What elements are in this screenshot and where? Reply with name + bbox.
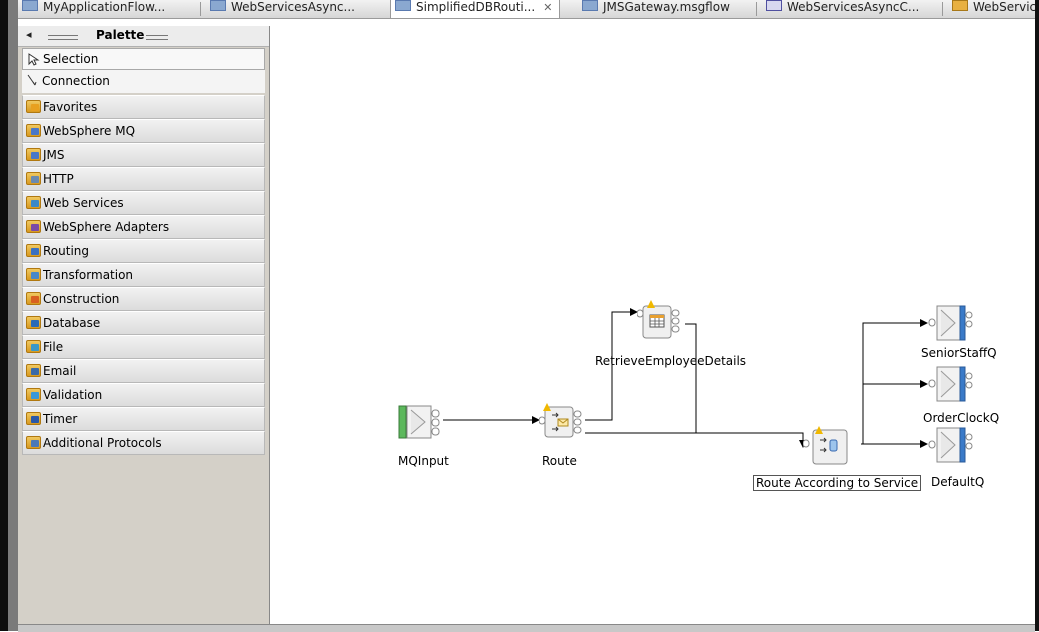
favorites-icon — [26, 100, 41, 113]
palette-title: Palette — [96, 28, 145, 42]
mq-icon — [26, 124, 41, 137]
arrow-pointer-icon — [27, 53, 40, 66]
database-icon — [26, 316, 41, 329]
close-icon[interactable]: ✕ — [543, 1, 552, 14]
collapse-icon[interactable]: ◂ — [26, 28, 32, 41]
drawer-database[interactable]: Database — [22, 311, 265, 335]
email-icon — [26, 364, 41, 377]
tab-webservicesasyncc[interactable]: WebServicesAsyncC... — [762, 0, 932, 18]
timer-icon — [26, 412, 41, 425]
transformation-icon — [26, 268, 41, 281]
node-route-according-to-service[interactable] — [802, 426, 848, 465]
http-icon — [26, 172, 41, 185]
flow-icon — [22, 0, 38, 11]
warning-icon — [815, 426, 823, 434]
drawer-websphere-adapters[interactable]: WebSphere Adapters — [22, 215, 265, 239]
flow-icon — [395, 0, 411, 11]
flow-icon — [582, 0, 598, 11]
tab-simplifieddbrouting[interactable]: SimplifiedDBRouti... ✕ — [390, 0, 560, 18]
node-label-retrieve: RetrieveEmployeeDetails — [595, 354, 747, 368]
tool-selection[interactable]: Selection — [22, 48, 265, 70]
mq-input-icon — [398, 405, 440, 439]
drawer-favorites[interactable]: Favorites — [22, 95, 265, 119]
web-services-icon — [26, 196, 41, 209]
grip-icon — [146, 35, 168, 40]
mq-output-icon — [928, 427, 973, 463]
node-defaultq[interactable] — [927, 426, 973, 463]
mq-output-icon — [928, 305, 973, 341]
drawer-routing[interactable]: Routing — [22, 239, 265, 263]
node-label-route-service: Route According to Service — [753, 475, 922, 491]
node-label-mqinput: MQInput — [398, 454, 449, 468]
connection-retrieve-routeservice — [685, 323, 697, 433]
route-to-label-icon — [802, 429, 848, 465]
jms-icon — [26, 148, 41, 161]
node-mqinput[interactable] — [398, 404, 442, 440]
node-retrieve-employee-details[interactable] — [636, 300, 681, 340]
node-label-route: Route — [542, 454, 577, 468]
tab-webservic[interactable]: WebServic — [948, 0, 1035, 18]
palette: ◂ Palette Selection Connection Favorites… — [18, 26, 270, 627]
grip-icon — [48, 35, 78, 40]
node-label-orderclock: OrderClockQ — [923, 411, 1000, 425]
node-seniorstaffq[interactable] — [927, 304, 973, 341]
drawer-additional-protocols[interactable]: Additional Protocols — [22, 431, 265, 455]
node-route[interactable] — [538, 403, 583, 439]
node-label-senior: SeniorStaffQ — [921, 346, 997, 360]
tab-webservicesasync[interactable]: WebServicesAsync... — [206, 0, 386, 18]
window-frame-left-inner — [8, 0, 18, 631]
window-frame-left — [0, 0, 8, 631]
window-frame-right — [1035, 0, 1039, 631]
warning-icon — [543, 403, 551, 411]
drawer-file[interactable]: File — [22, 335, 265, 359]
drawer-transformation[interactable]: Transformation — [22, 263, 265, 287]
construction-icon — [26, 292, 41, 305]
mq-output-icon — [928, 366, 973, 402]
protocols-icon — [26, 436, 41, 449]
palette-header: ◂ Palette — [18, 26, 269, 47]
binary-icon — [766, 0, 782, 11]
drawer-web-services[interactable]: Web Services — [22, 191, 265, 215]
node-label-default: DefaultQ — [931, 475, 985, 489]
drawer-construction[interactable]: Construction — [22, 287, 265, 311]
connection-icon — [26, 74, 39, 87]
drawer-websphere-mq[interactable]: WebSphere MQ — [22, 119, 265, 143]
file-icon — [26, 340, 41, 353]
flow-canvas[interactable]: MQInput Route RetrieveEmployeeDetails Ro… — [275, 26, 1035, 623]
drawer-timer[interactable]: Timer — [22, 407, 265, 431]
drawer-http[interactable]: HTTP — [22, 167, 265, 191]
drawer-validation[interactable]: Validation — [22, 383, 265, 407]
tab-jmsgateway[interactable]: JMSGateway.msgflow — [578, 0, 748, 18]
node-orderclockq[interactable] — [927, 365, 973, 402]
routing-icon — [26, 244, 41, 257]
warning-icon — [952, 0, 968, 11]
flow-icon — [210, 0, 226, 11]
drawer-jms[interactable]: JMS — [22, 143, 265, 167]
tab-myapplicationflow[interactable]: MyApplicationFlow... — [18, 0, 196, 18]
editor-tab-bar: MyApplicationFlow... WebServicesAsync...… — [18, 0, 1035, 19]
tool-connection[interactable]: Connection — [22, 70, 265, 93]
warning-icon — [647, 300, 655, 308]
adapters-icon — [26, 220, 41, 233]
database-table-icon — [636, 305, 680, 339]
drawer-email[interactable]: Email — [22, 359, 265, 383]
connection-route-routeservice — [585, 432, 807, 448]
validation-icon — [26, 388, 41, 401]
